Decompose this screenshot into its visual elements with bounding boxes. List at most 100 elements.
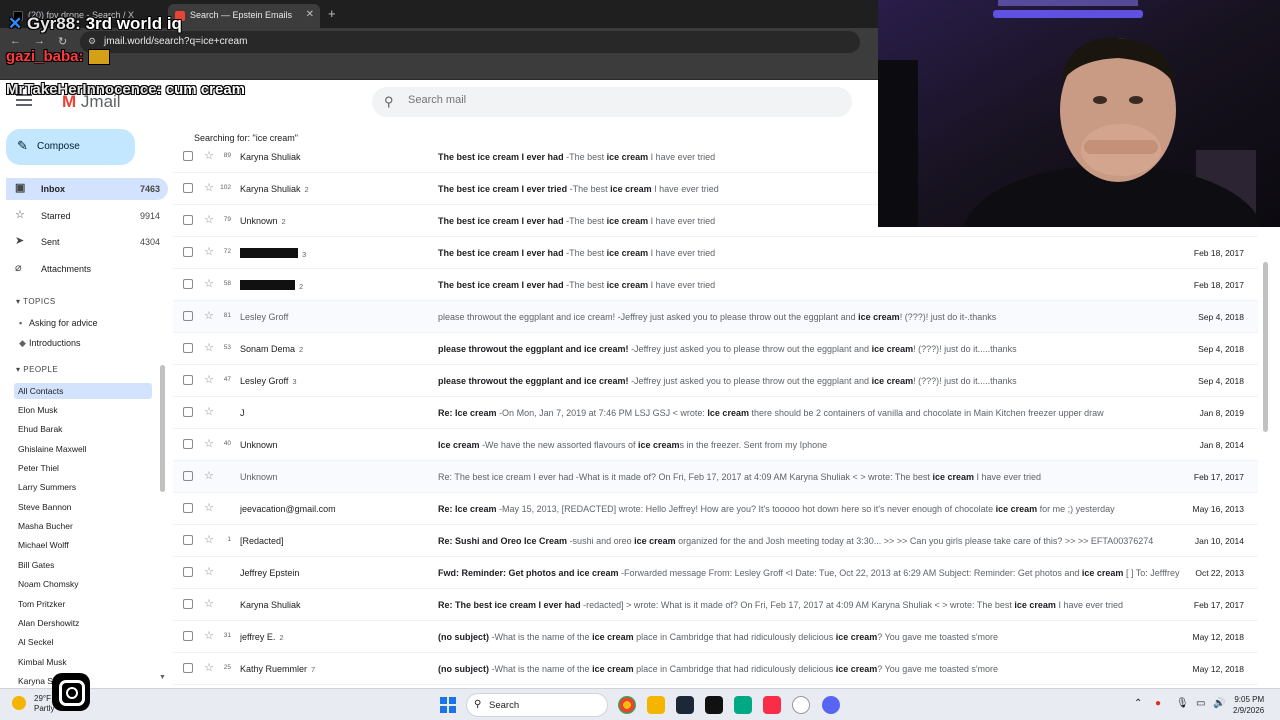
- contact-item[interactable]: All Contacts: [14, 383, 152, 399]
- obs-icon[interactable]: [792, 696, 810, 714]
- star-icon[interactable]: ☆: [204, 565, 214, 578]
- volume-icon[interactable]: 🔊: [1213, 698, 1225, 709]
- contact-item[interactable]: Peter Thiel: [18, 463, 59, 473]
- browser-tab-jmail[interactable]: Search — Epstein Emails ✕: [168, 4, 320, 28]
- star-icon[interactable]: ☆: [204, 277, 214, 290]
- people-header[interactable]: ▾ PEOPLE: [16, 365, 58, 374]
- taskbar-search[interactable]: ⚲ Search: [466, 693, 608, 717]
- new-tab-button[interactable]: +: [328, 6, 336, 21]
- microphone-icon[interactable]: 🎙: [1176, 698, 1189, 709]
- email-row[interactable]: ☆ 72 3 The best ice cream I ever had -The b…: [173, 237, 1258, 269]
- star-icon[interactable]: ☆: [204, 309, 214, 322]
- email-row[interactable]: ☆ 58 2 The best ice cream I ever had -The b…: [173, 269, 1258, 301]
- select-checkbox[interactable]: [183, 631, 193, 641]
- email-row[interactable]: ☆ 40 Unknown Ice cream -We have the new ass…: [173, 429, 1258, 461]
- email-row[interactable]: ☆ J Re: Ice cream -On Mon, Jan 7, 2019 at …: [173, 397, 1258, 429]
- sidebar-item-starred[interactable]: ☆ Starred 9914: [6, 205, 168, 227]
- site-info-icon[interactable]: ⚙: [88, 36, 96, 47]
- search-input[interactable]: [408, 94, 828, 106]
- forward-icon[interactable]: →: [34, 35, 45, 47]
- contact-item[interactable]: Bill Gates: [18, 560, 54, 570]
- sidebar-item-inbox[interactable]: ▣ Inbox 7463: [6, 178, 168, 200]
- contact-item[interactable]: Elon Musk: [18, 405, 58, 415]
- contact-item[interactable]: Ehud Barak: [18, 424, 62, 434]
- star-icon[interactable]: ☆: [204, 405, 214, 418]
- email-row[interactable]: ☆ 31 jeffrey E. 2 (no subject) -What is the …: [173, 621, 1258, 653]
- email-row[interactable]: ☆ 47 Lesley Groff 3 please throwout the eggp…: [173, 365, 1258, 397]
- select-checkbox[interactable]: [183, 279, 193, 289]
- select-checkbox[interactable]: [183, 663, 193, 673]
- capcut-icon[interactable]: [705, 696, 723, 714]
- topic-item[interactable]: ▪ Asking for advice: [19, 318, 98, 328]
- taskbar-clock[interactable]: 9:05 PM 2/9/2026: [1233, 694, 1264, 716]
- select-checkbox[interactable]: [183, 343, 193, 353]
- select-checkbox[interactable]: [183, 503, 193, 513]
- email-row[interactable]: ☆ 1 [Redacted] Re: Sushi and Oreo Ice Cream…: [173, 525, 1258, 557]
- chevron-up-icon[interactable]: ⌃: [1134, 698, 1142, 709]
- star-icon[interactable]: ☆: [204, 629, 214, 642]
- whatsapp-icon[interactable]: [734, 696, 752, 714]
- reload-icon[interactable]: ↻: [58, 35, 67, 48]
- contact-item[interactable]: Ghislaine Maxwell: [18, 444, 87, 454]
- star-icon[interactable]: ☆: [204, 533, 214, 546]
- topic-item[interactable]: ◆ Introductions: [19, 338, 81, 349]
- email-row[interactable]: ☆ Jeffrey Epstein Fwd: Reminder: Get photo…: [173, 557, 1258, 589]
- contact-item[interactable]: Steve Bannon: [18, 502, 71, 512]
- address-bar[interactable]: ⚙ jmail.world/search?q=ice+cream: [80, 31, 860, 53]
- discord-icon[interactable]: [822, 696, 840, 714]
- display-icon[interactable]: ▭: [1196, 698, 1205, 709]
- select-checkbox[interactable]: [183, 407, 193, 417]
- contact-item[interactable]: Noam Chomsky: [18, 579, 78, 589]
- star-icon[interactable]: ☆: [204, 213, 214, 226]
- select-checkbox[interactable]: [183, 439, 193, 449]
- compose-button[interactable]: ✎ Compose: [6, 129, 135, 165]
- contact-item[interactable]: Masha Bucher: [18, 521, 73, 531]
- windows-start-icon[interactable]: [440, 697, 456, 713]
- contact-item[interactable]: Al Seckel: [18, 637, 53, 647]
- contact-item[interactable]: Alan Dershowitz: [18, 618, 79, 628]
- scroll-down-icon[interactable]: ▼: [159, 674, 166, 681]
- search-icon[interactable]: ⚲: [384, 94, 394, 110]
- email-row[interactable]: ☆ 81 Lesley Groff please throwout the eggpl…: [173, 301, 1258, 333]
- contact-item[interactable]: Larry Summers: [18, 482, 76, 492]
- email-row[interactable]: ☆ 53 Sonam Dema 2 please throwout the eggpla…: [173, 333, 1258, 365]
- star-icon[interactable]: ☆: [204, 181, 214, 194]
- select-checkbox[interactable]: [183, 471, 193, 481]
- select-checkbox[interactable]: [183, 247, 193, 257]
- select-checkbox[interactable]: [183, 535, 193, 545]
- star-icon[interactable]: ☆: [204, 469, 214, 482]
- contact-item[interactable]: Karyna S: [18, 676, 53, 686]
- sidebar-item-attachments[interactable]: ⌀ Attachments: [6, 258, 168, 280]
- star-icon[interactable]: ☆: [204, 661, 214, 674]
- star-icon[interactable]: ☆: [204, 341, 214, 354]
- select-checkbox[interactable]: [183, 215, 193, 225]
- sidebar-item-sent[interactable]: ➤ Sent 4304: [6, 231, 168, 253]
- back-icon[interactable]: ←: [10, 35, 21, 47]
- close-tab-icon[interactable]: ✕: [306, 9, 314, 20]
- select-checkbox[interactable]: [183, 567, 193, 577]
- file-explorer-icon[interactable]: [647, 696, 665, 714]
- sidebar-scrollbar[interactable]: [160, 365, 165, 492]
- chrome-icon[interactable]: [618, 696, 636, 714]
- select-checkbox[interactable]: [183, 183, 193, 193]
- music-icon[interactable]: [763, 696, 781, 714]
- star-icon[interactable]: ☆: [204, 437, 214, 450]
- select-checkbox[interactable]: [183, 599, 193, 609]
- email-row[interactable]: ☆ Unknown Re: The best ice cream I ever ha…: [173, 461, 1258, 493]
- select-checkbox[interactable]: [183, 311, 193, 321]
- contact-item[interactable]: Kimbal Musk: [18, 657, 67, 667]
- tray-app-icon[interactable]: ●: [1155, 698, 1161, 709]
- email-row[interactable]: ☆ jeevacation@gmail.com Re: Ice cream -May…: [173, 493, 1258, 525]
- email-row[interactable]: ☆ Karyna Shuliak Re: The best ice cream I …: [173, 589, 1258, 621]
- star-icon[interactable]: ☆: [204, 597, 214, 610]
- contact-item[interactable]: Michael Wolff: [18, 540, 69, 550]
- select-checkbox[interactable]: [183, 375, 193, 385]
- topics-header[interactable]: ▾ TOPICS: [16, 297, 56, 306]
- star-icon[interactable]: ☆: [204, 373, 214, 386]
- list-scrollbar[interactable]: [1263, 262, 1268, 432]
- search-bar[interactable]: ⚲: [372, 87, 852, 117]
- star-icon[interactable]: ☆: [204, 149, 214, 162]
- contact-item[interactable]: Tom Pritzker: [18, 599, 65, 609]
- star-icon[interactable]: ☆: [204, 501, 214, 514]
- star-icon[interactable]: ☆: [204, 245, 214, 258]
